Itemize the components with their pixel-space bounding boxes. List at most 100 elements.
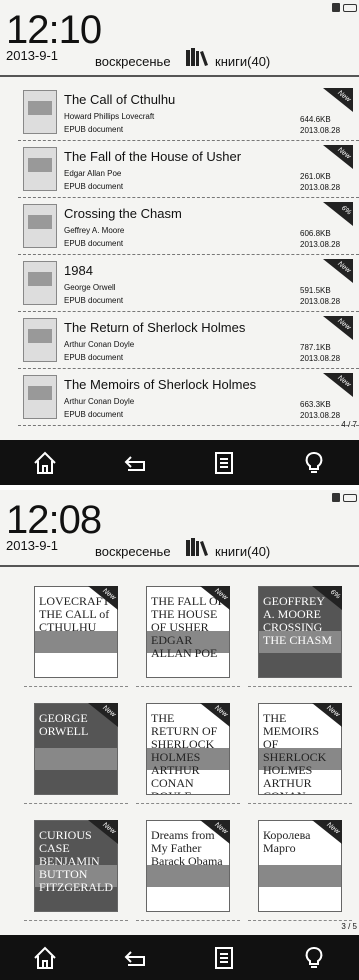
book-size: 591.5KB [300, 286, 331, 295]
book-size: 261.0KB [300, 172, 331, 181]
book-title[interactable]: The Memoirs of Sherlock Holmes [64, 377, 256, 392]
book-row[interactable]: 1984 George Orwell EPUB document 591.5KB 201… [18, 255, 359, 312]
badge-ribbon: New [84, 586, 118, 610]
home-icon [34, 946, 56, 969]
cell-divider [136, 803, 240, 804]
book-cell[interactable]: GEOFFREY A. MOORE CROSSING THE CHASM 6% [248, 582, 352, 687]
badge-ribbon: New [319, 373, 353, 397]
badge-ribbon: New [319, 316, 353, 340]
home-icon [34, 451, 56, 474]
cell-divider [24, 803, 128, 804]
cell-divider [248, 686, 352, 687]
back-icon [124, 455, 145, 471]
book-thumbnail[interactable] [23, 375, 57, 419]
book-title[interactable]: The Call of Cthulhu [64, 92, 175, 107]
cell-divider [24, 920, 128, 921]
books-icon[interactable] [185, 47, 209, 67]
home-button[interactable] [27, 940, 63, 976]
book-cell[interactable]: LOVECRAFT THE CALL of CTHULHU New [24, 582, 128, 687]
menu-icon [215, 451, 234, 474]
home-button[interactable] [27, 445, 63, 481]
bottom-nav [0, 440, 359, 485]
books-count[interactable]: книги(40) [215, 54, 270, 69]
books-icon[interactable] [185, 537, 209, 557]
book-title[interactable]: 1984 [64, 263, 93, 278]
book-author: Geffrey A. Moore [64, 226, 125, 235]
book-type: EPUB document [64, 296, 124, 305]
book-date: 2013.08.28 [300, 411, 341, 420]
badge-ribbon: 6% [319, 202, 353, 226]
book-cell[interactable]: Dreams from My Father Barack Obama New [136, 816, 240, 921]
badge-ribbon: New [308, 820, 342, 844]
bottom-nav [0, 935, 359, 980]
book-cell[interactable]: THE RETURN OF SHERLOCK HOLMES ARTHUR CON… [136, 699, 240, 804]
book-author: Edgar Allan Poe [64, 169, 122, 178]
light-button[interactable] [296, 940, 332, 976]
book-cell[interactable]: CURIOUS CASE BENJAMIN BUTTON FITZGERALD N… [24, 816, 128, 921]
page-indicator: 4 / 7 [341, 420, 357, 429]
light-button[interactable] [296, 445, 332, 481]
badge-ribbon: New [319, 145, 353, 169]
grid-view-screen: 12:08 2013-9-1 воскресенье книги(40) LOV… [0, 490, 359, 980]
badge-ribbon: New [196, 820, 230, 844]
clock: 12:10 [6, 8, 102, 52]
book-cell[interactable]: THE FALL OF THE HOUSE OF USHER EDGAR ALL… [136, 582, 240, 687]
header-divider [0, 75, 359, 77]
book-date: 2013.08.28 [300, 240, 341, 249]
book-size: 663.3KB [300, 400, 331, 409]
header: 12:08 2013-9-1 воскресенье книги(40) [0, 490, 359, 567]
book-thumbnail[interactable] [23, 90, 57, 134]
menu-icon [215, 946, 234, 969]
book-title[interactable]: The Fall of the House of Usher [64, 149, 241, 164]
book-thumbnail[interactable] [23, 318, 57, 362]
book-cell[interactable]: Королева Марго New [248, 816, 352, 921]
back-button[interactable] [117, 445, 153, 481]
cell-divider [248, 803, 352, 804]
back-icon [124, 950, 145, 966]
book-date: 2013.08.28 [300, 183, 341, 192]
weekday: воскресенье [95, 54, 171, 69]
cover-art [35, 631, 117, 653]
menu-button[interactable] [206, 940, 242, 976]
book-date: 2013.08.28 [300, 354, 341, 363]
back-button[interactable] [117, 940, 153, 976]
book-row[interactable]: Crossing the Chasm Geffrey A. Moore EPUB d… [18, 198, 359, 255]
list-view-screen: 12:10 2013-9-1 воскресенье книги(40) The… [0, 0, 359, 485]
badge-ribbon: New [196, 703, 230, 727]
weekday: воскресенье [95, 544, 171, 559]
book-row[interactable]: The Call of Cthulhu Howard Phillips Lovec… [18, 84, 359, 141]
book-author: Howard Phillips Lovecraft [64, 112, 155, 121]
badge-ribbon: New [84, 820, 118, 844]
book-size: 606.8KB [300, 229, 331, 238]
book-type: EPUB document [64, 182, 124, 191]
book-date: 2013.08.28 [300, 126, 341, 135]
lightbulb-icon [305, 946, 323, 968]
cell-divider [24, 686, 128, 687]
book-author: Arthur Conan Doyle [64, 340, 135, 349]
book-date: 2013.08.28 [300, 297, 341, 306]
badge-ribbon: New [319, 88, 353, 112]
book-thumbnail[interactable] [23, 204, 57, 248]
book-thumbnail[interactable] [23, 147, 57, 191]
book-type: EPUB document [64, 125, 124, 134]
book-author: Arthur Conan Doyle [64, 397, 135, 406]
book-grid: LOVECRAFT THE CALL of CTHULHU New THE FALL… [24, 582, 359, 921]
lightbulb-icon [305, 451, 323, 473]
book-cell[interactable]: THE MEMOIRS OF SHERLOCK HOLMES ARTHUR CO… [248, 699, 352, 804]
book-title[interactable]: The Return of Sherlock Holmes [64, 320, 245, 335]
cover-art [147, 865, 229, 887]
book-list: The Call of Cthulhu Howard Phillips Lovec… [18, 84, 359, 426]
book-size: 787.1KB [300, 343, 331, 352]
book-row[interactable]: The Memoirs of Sherlock Holmes Arthur Con… [18, 369, 359, 426]
book-thumbnail[interactable] [23, 261, 57, 305]
badge-ribbon: New [196, 586, 230, 610]
book-type: EPUB document [64, 353, 124, 362]
books-count[interactable]: книги(40) [215, 544, 270, 559]
menu-button[interactable] [206, 445, 242, 481]
book-cell[interactable]: GEORGE ORWELL New [24, 699, 128, 804]
book-row[interactable]: The Return of Sherlock Holmes Arthur Cona… [18, 312, 359, 369]
badge-ribbon: New [308, 703, 342, 727]
header: 12:10 2013-9-1 воскресенье книги(40) [0, 0, 359, 77]
book-row[interactable]: The Fall of the House of Usher Edgar Alla… [18, 141, 359, 198]
book-title[interactable]: Crossing the Chasm [64, 206, 182, 221]
